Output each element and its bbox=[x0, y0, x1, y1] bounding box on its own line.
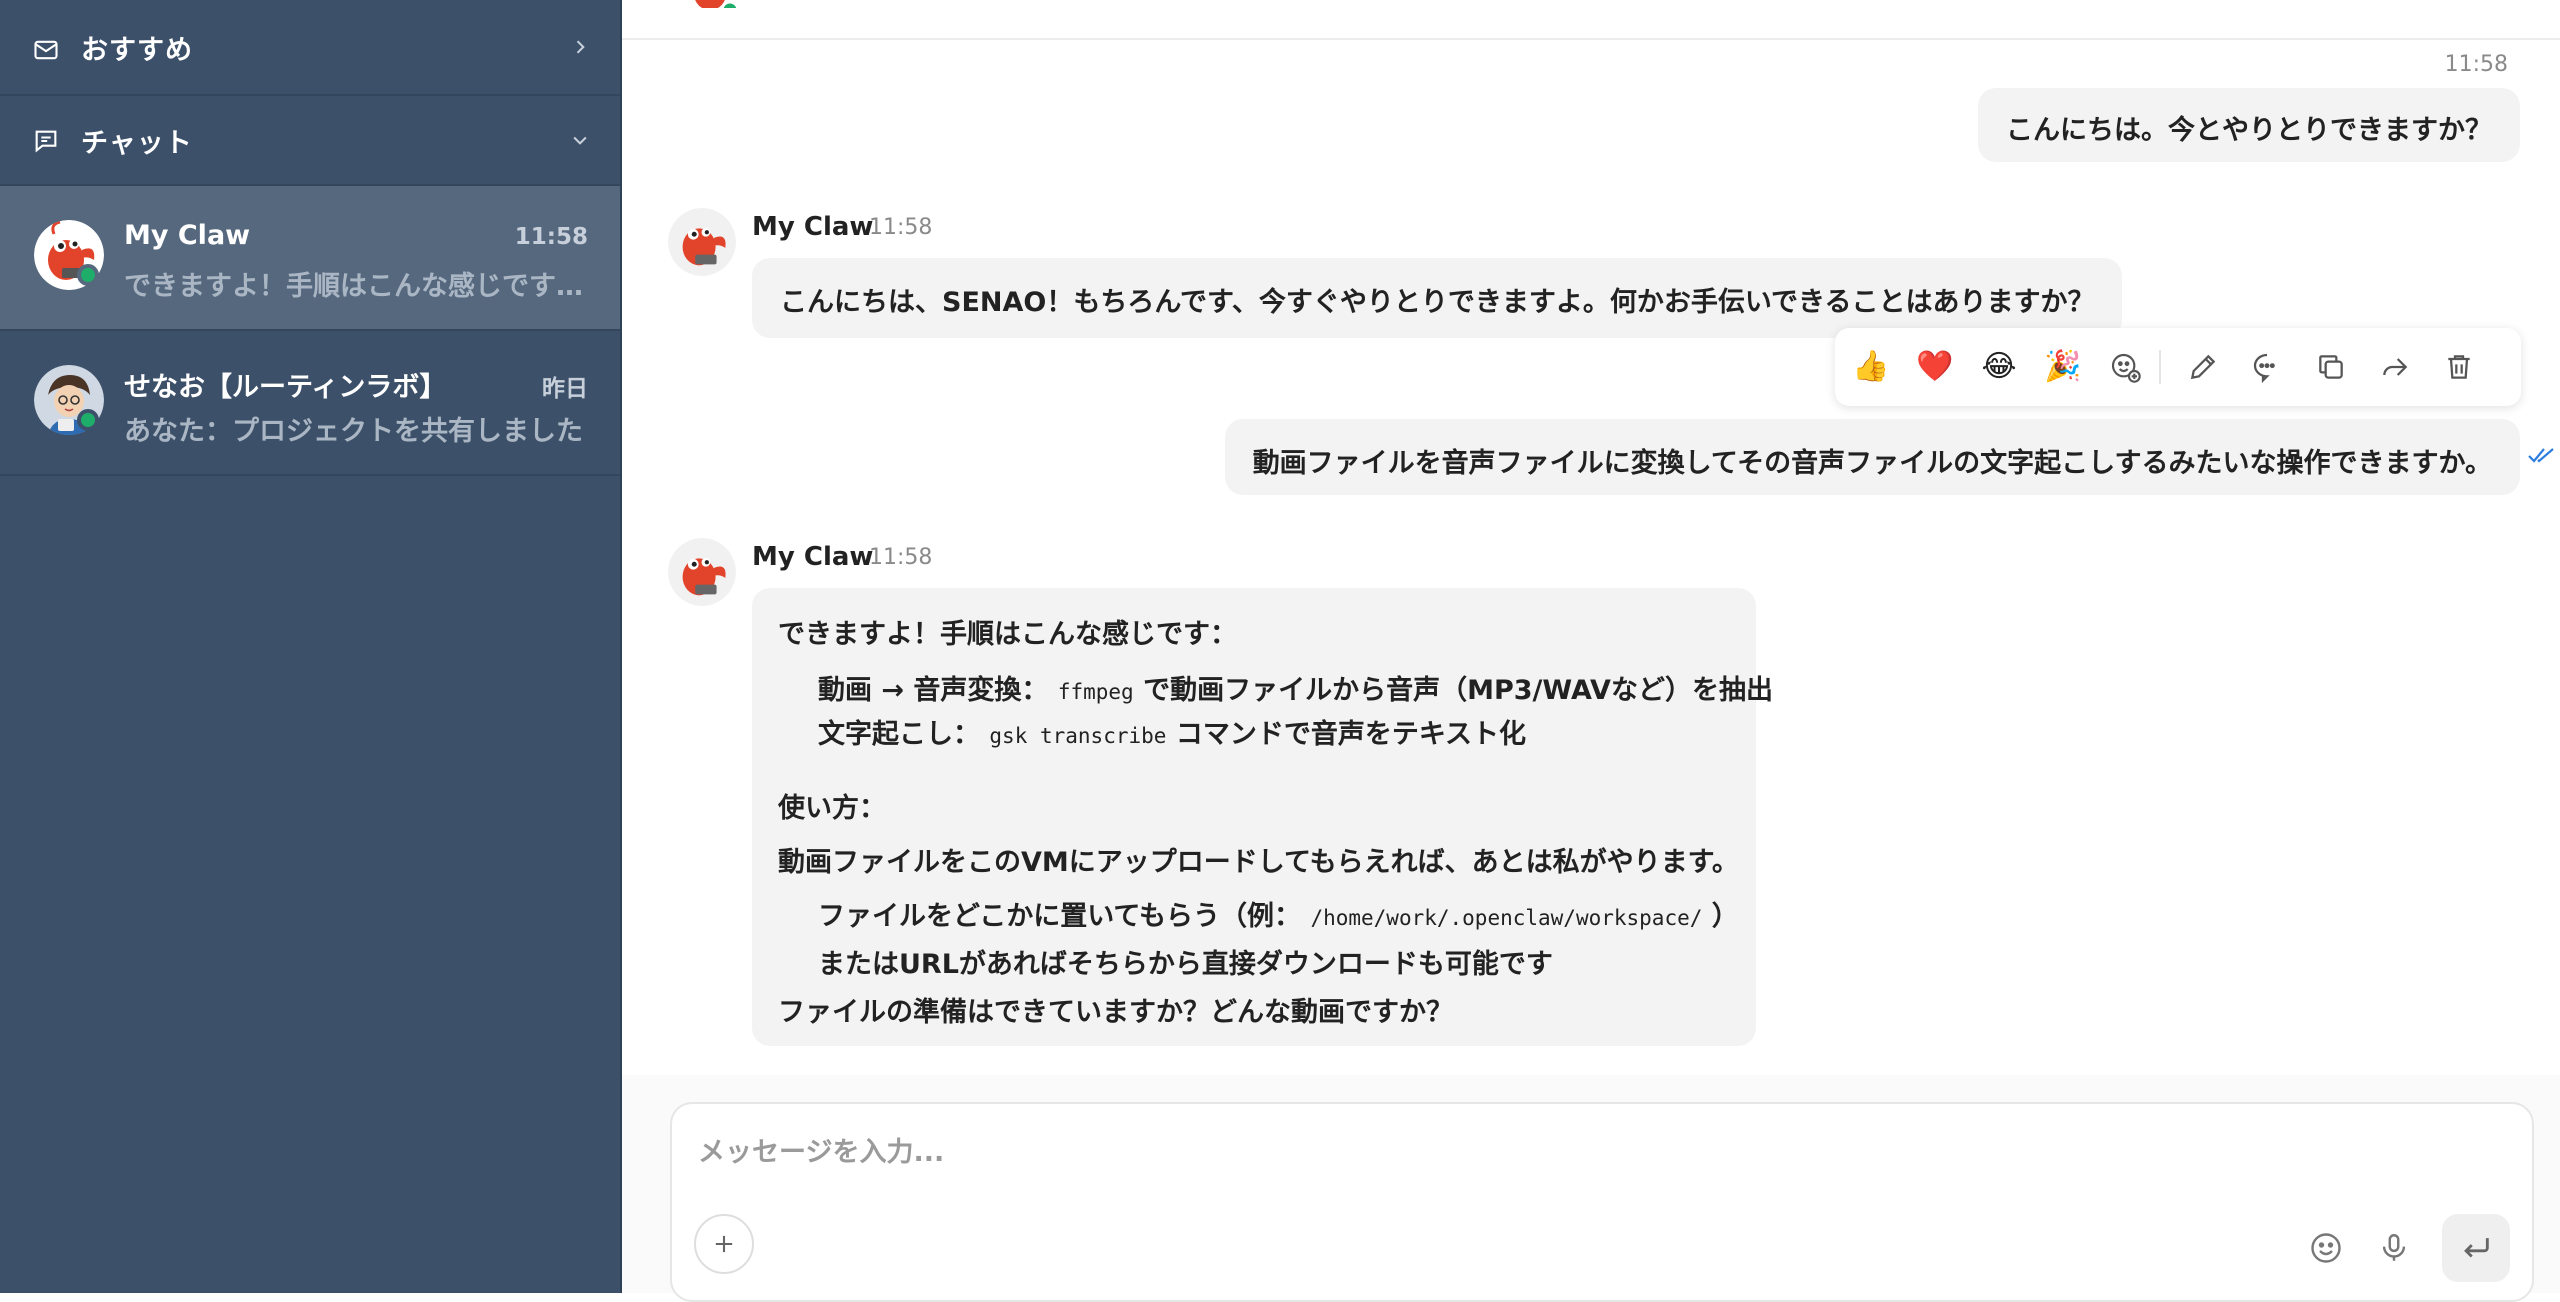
message-timestamp: 11:58 bbox=[2444, 52, 2508, 77]
chat-list-icon bbox=[35, 130, 57, 153]
usage-line: 動画ファイルをこのVMにアップロードしてもらえれば、あとは私がやります。 bbox=[778, 847, 1739, 878]
chat-preview: できますよ！手順はこんな感じです：動画 → 音声変換 bbox=[124, 271, 584, 302]
party-reaction[interactable]: 🎉 bbox=[2044, 349, 2081, 385]
inline-code: gsk transcribe bbox=[989, 724, 1167, 748]
message-intro: できますよ！手順はこんな感じです： bbox=[778, 619, 1237, 650]
copy-icon[interactable] bbox=[2313, 349, 2349, 385]
outgoing-message[interactable]: こんにちは。今とやりとりできますか？ bbox=[1978, 88, 2520, 162]
bullet-text: ） bbox=[1711, 901, 1739, 932]
header-divider bbox=[622, 38, 2560, 40]
step-label: 文字起こし： bbox=[818, 719, 980, 750]
sender-name: My Claw bbox=[752, 542, 874, 572]
read-receipt-icon bbox=[2528, 448, 2554, 463]
usage-bullet: ファイルをどこかに置いてもらう（例： /home/work/.openclaw/… bbox=[818, 894, 1739, 933]
section-label: チャット bbox=[81, 127, 193, 159]
outgoing-message[interactable]: 動画ファイルを音声ファイルに変換してその音声ファイルの文字起こしするみたいな操作… bbox=[1224, 419, 2520, 495]
attach-button[interactable] bbox=[694, 1214, 754, 1274]
edit-icon[interactable] bbox=[2185, 349, 2221, 385]
mail-icon bbox=[34, 40, 58, 60]
message-reaction-toolbar: 👍 ❤️ 😂 🎉 bbox=[1835, 328, 2521, 406]
chat-item-my-claw[interactable]: My Claw 11:58 できますよ！手順はこんな感じです：動画 → 音声変換 bbox=[0, 186, 620, 331]
sidebar: おすすめ チャット My Claw 11:58 できますよ！手順はこんな感じです… bbox=[0, 0, 622, 1293]
step-item: 文字起こし： gsk transcribe コマンドで音声をテキスト化 bbox=[818, 712, 1526, 751]
online-status-indicator bbox=[77, 264, 99, 286]
step-text: で動画ファイルから音声（MP3/WAVなど）を抽出 bbox=[1143, 675, 1773, 706]
emoji-button[interactable] bbox=[2306, 1228, 2346, 1268]
add-reaction-icon[interactable] bbox=[2107, 349, 2143, 385]
voice-button[interactable] bbox=[2374, 1228, 2414, 1268]
delete-icon[interactable] bbox=[2441, 349, 2477, 385]
chat-time: 昨日 bbox=[542, 376, 588, 402]
emoji-icon bbox=[2311, 1233, 2341, 1263]
reply-icon[interactable] bbox=[2249, 349, 2285, 385]
forward-icon[interactable] bbox=[2377, 349, 2413, 385]
usage-bullet: またはURLがあればそちらから直接ダウンロードも可能です bbox=[818, 949, 1553, 980]
plus-icon bbox=[715, 1235, 733, 1253]
chat-item-senao[interactable]: せなお【ルーティンラボ】 昨日 あなた：プロジェクトを共有しました bbox=[0, 331, 620, 476]
inline-code: /home/work/.openclaw/workspace/ bbox=[1310, 906, 1703, 930]
usage-title: 使い方： bbox=[778, 793, 886, 824]
step-text: コマンドで音声をテキスト化 bbox=[1175, 719, 1527, 750]
chat-name: せなお【ルーティンラボ】 bbox=[124, 372, 447, 403]
chat-name: My Claw bbox=[124, 220, 251, 251]
enter-icon bbox=[2464, 1238, 2489, 1258]
sender-name: My Claw bbox=[752, 212, 874, 242]
conversation-pane: 11:58 こんにちは。今とやりとりできますか？ My Claw 11:58 こ… bbox=[622, 0, 2560, 1302]
my-claw-avatar bbox=[668, 538, 736, 606]
online-status-indicator bbox=[77, 409, 99, 431]
step-item: 動画 → 音声変換： ffmpeg で動画ファイルから音声（MP3/WAVなど）… bbox=[818, 668, 1773, 707]
microphone-icon bbox=[2382, 1234, 2406, 1261]
message-input[interactable]: メッセージを入力... bbox=[698, 1130, 944, 1169]
my-claw-avatar bbox=[668, 208, 736, 276]
incoming-message[interactable]: こんにちは、SENAO！もちろんです、今すぐやりとりできますよ。何かお手伝いでき… bbox=[752, 258, 2123, 338]
chevron-right-icon bbox=[576, 40, 585, 54]
section-label: おすすめ bbox=[81, 34, 193, 66]
chevron-down-icon bbox=[573, 136, 587, 145]
toolbar-divider bbox=[2159, 350, 2161, 384]
message-composer[interactable]: メッセージを入力... bbox=[670, 1102, 2534, 1302]
bullet-text: ファイルをどこかに置いてもらう（例： bbox=[818, 901, 1302, 932]
sender-time: 11:58 bbox=[869, 545, 933, 570]
send-button[interactable] bbox=[2442, 1214, 2510, 1282]
step-label: 動画 → 音声変換： bbox=[818, 675, 1049, 706]
heart-reaction[interactable]: ❤️ bbox=[1916, 349, 1953, 385]
header-avatar bbox=[684, 0, 740, 8]
thumbs-up-reaction[interactable]: 👍 bbox=[1852, 349, 1889, 385]
section-chat[interactable]: チャット bbox=[0, 96, 620, 186]
sender-time: 11:58 bbox=[869, 215, 933, 240]
chat-preview: あなた：プロジェクトを共有しました bbox=[124, 416, 583, 447]
laugh-reaction[interactable]: 😂 bbox=[1981, 349, 2017, 385]
incoming-message[interactable]: できますよ！手順はこんな感じです： 動画 → 音声変換： ffmpeg で動画フ… bbox=[752, 588, 1773, 1046]
inline-code: ffmpeg bbox=[1057, 680, 1134, 704]
section-recommended[interactable]: おすすめ bbox=[0, 0, 620, 96]
chat-time: 11:58 bbox=[514, 224, 588, 250]
message-closing: ファイルの準備はできていますか？どんな動画ですか？ bbox=[778, 997, 1453, 1028]
